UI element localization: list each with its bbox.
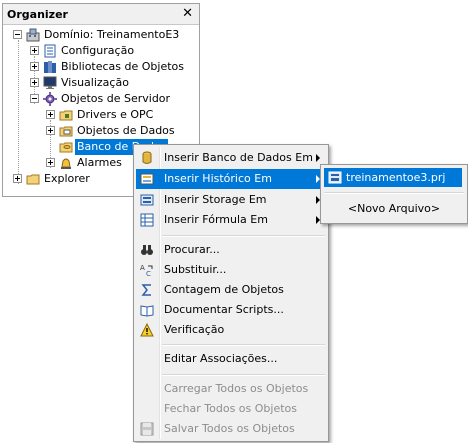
tree-label: Configuração bbox=[61, 44, 135, 57]
expand-toggle[interactable] bbox=[30, 62, 39, 71]
menu-item-label: Salvar Todos os Objetos bbox=[164, 422, 295, 435]
binoculars-icon bbox=[140, 243, 154, 257]
collapse-toggle[interactable] bbox=[13, 30, 22, 39]
tree-label: Drivers e OPC bbox=[77, 108, 154, 121]
close-icon[interactable]: ✕ bbox=[182, 6, 193, 21]
menu-item-fechar-todos[interactable]: Fechar Todos os Objetos bbox=[136, 399, 326, 419]
save-icon bbox=[140, 422, 154, 436]
expand-toggle[interactable] bbox=[30, 46, 39, 55]
menu-separator bbox=[324, 192, 464, 194]
warning-icon bbox=[140, 322, 154, 337]
expand-toggle[interactable] bbox=[46, 158, 55, 167]
expand-toggle[interactable] bbox=[13, 174, 22, 183]
book-icon bbox=[140, 303, 154, 317]
menu-item-label: Inserir Histórico Em bbox=[164, 172, 272, 185]
menu-item-contagem[interactable]: Contagem de Objetos bbox=[136, 280, 326, 300]
menu-separator bbox=[162, 235, 325, 237]
menu-item-label: Editar Associações... bbox=[164, 352, 278, 365]
menu-item-label: Contagem de Objetos bbox=[164, 283, 284, 296]
menu-item-editar-associacoes[interactable]: Editar Associações... bbox=[136, 349, 326, 369]
library-icon bbox=[43, 60, 57, 74]
menu-separator bbox=[162, 344, 325, 346]
alarm-icon bbox=[59, 156, 73, 170]
menu-item-verificacao[interactable]: Verificação bbox=[136, 320, 326, 340]
menu-item-label: Inserir Fórmula Em bbox=[164, 213, 268, 226]
database-folder-icon bbox=[59, 140, 73, 154]
menu-item-label: Procurar... bbox=[164, 243, 220, 256]
tree-connector bbox=[18, 40, 19, 184]
submenu-arrow-icon bbox=[316, 154, 320, 162]
replace-icon: AC bbox=[140, 263, 154, 278]
domain-icon bbox=[26, 28, 40, 42]
organizer-title: Organizer bbox=[7, 8, 68, 21]
menu-item-inserir-storage[interactable]: Inserir Storage Em bbox=[136, 190, 326, 210]
server-gear-icon bbox=[43, 92, 57, 106]
menu-item-inserir-historico[interactable]: Inserir Histórico Em bbox=[136, 169, 326, 189]
submenu-item-new-file[interactable]: <Novo Arquivo> bbox=[321, 199, 467, 219]
context-menu: Inserir Banco de Dados Em Inserir Histór… bbox=[133, 144, 329, 442]
formula-icon bbox=[140, 213, 154, 227]
tree-label: Bibliotecas de Objetos bbox=[61, 60, 185, 73]
menu-item-label: Fechar Todos os Objetos bbox=[164, 402, 297, 415]
database-icon bbox=[140, 151, 154, 165]
organizer-header: Organizer ✕ bbox=[3, 4, 199, 25]
expand-toggle[interactable] bbox=[30, 78, 39, 87]
menu-item-inserir-banco[interactable]: Inserir Banco de Dados Em bbox=[136, 148, 326, 168]
tree-label: Objetos de Servidor bbox=[61, 92, 171, 105]
expand-toggle[interactable] bbox=[46, 110, 55, 119]
project-file-icon bbox=[328, 171, 342, 184]
monitor-icon bbox=[43, 76, 57, 90]
history-icon bbox=[140, 172, 154, 186]
menu-separator bbox=[162, 374, 325, 376]
submenu-item-label: treinamentoe3.prj bbox=[346, 171, 446, 184]
tree-label: Explorer bbox=[44, 172, 90, 185]
menu-item-label: Documentar Scripts... bbox=[164, 303, 284, 316]
expand-toggle[interactable] bbox=[46, 126, 55, 135]
menu-item-label: Substituir... bbox=[164, 263, 227, 276]
menu-item-salvar-todos[interactable]: Salvar Todos os Objetos bbox=[136, 419, 326, 439]
document-icon bbox=[43, 44, 57, 58]
menu-item-label: Carregar Todos os Objetos bbox=[164, 382, 309, 395]
tree-label: Domínio: TreinamentoE3 bbox=[44, 28, 180, 41]
folder-icon bbox=[26, 172, 40, 186]
menu-item-label: Verificação bbox=[164, 323, 225, 336]
menu-item-inserir-formula[interactable]: Inserir Fórmula Em bbox=[136, 210, 326, 230]
menu-item-documentar[interactable]: Documentar Scripts... bbox=[136, 300, 326, 320]
tree-label: Objetos de Dados bbox=[77, 124, 175, 137]
submenu-historico: treinamentoe3.prj <Novo Arquivo> bbox=[320, 164, 468, 224]
submenu-item-project-file[interactable]: treinamentoe3.prj bbox=[324, 168, 462, 187]
folder-driver-icon bbox=[59, 108, 73, 122]
collapse-toggle[interactable] bbox=[30, 94, 39, 103]
tree-label: Alarmes bbox=[77, 156, 122, 169]
menu-item-procurar[interactable]: Procurar... bbox=[136, 240, 326, 260]
svg-text:A: A bbox=[140, 264, 145, 272]
folder-data-icon bbox=[59, 124, 73, 138]
menu-item-label: Inserir Banco de Dados Em bbox=[164, 151, 313, 164]
menu-item-substituir[interactable]: AC Substituir... bbox=[136, 260, 326, 280]
tree-label: Visualização bbox=[61, 76, 129, 89]
menu-item-label: Inserir Storage Em bbox=[164, 193, 267, 206]
storage-icon bbox=[140, 193, 154, 207]
svg-text:C: C bbox=[146, 270, 151, 277]
sigma-icon bbox=[140, 283, 154, 297]
menu-item-carregar-todos[interactable]: Carregar Todos os Objetos bbox=[136, 379, 326, 399]
